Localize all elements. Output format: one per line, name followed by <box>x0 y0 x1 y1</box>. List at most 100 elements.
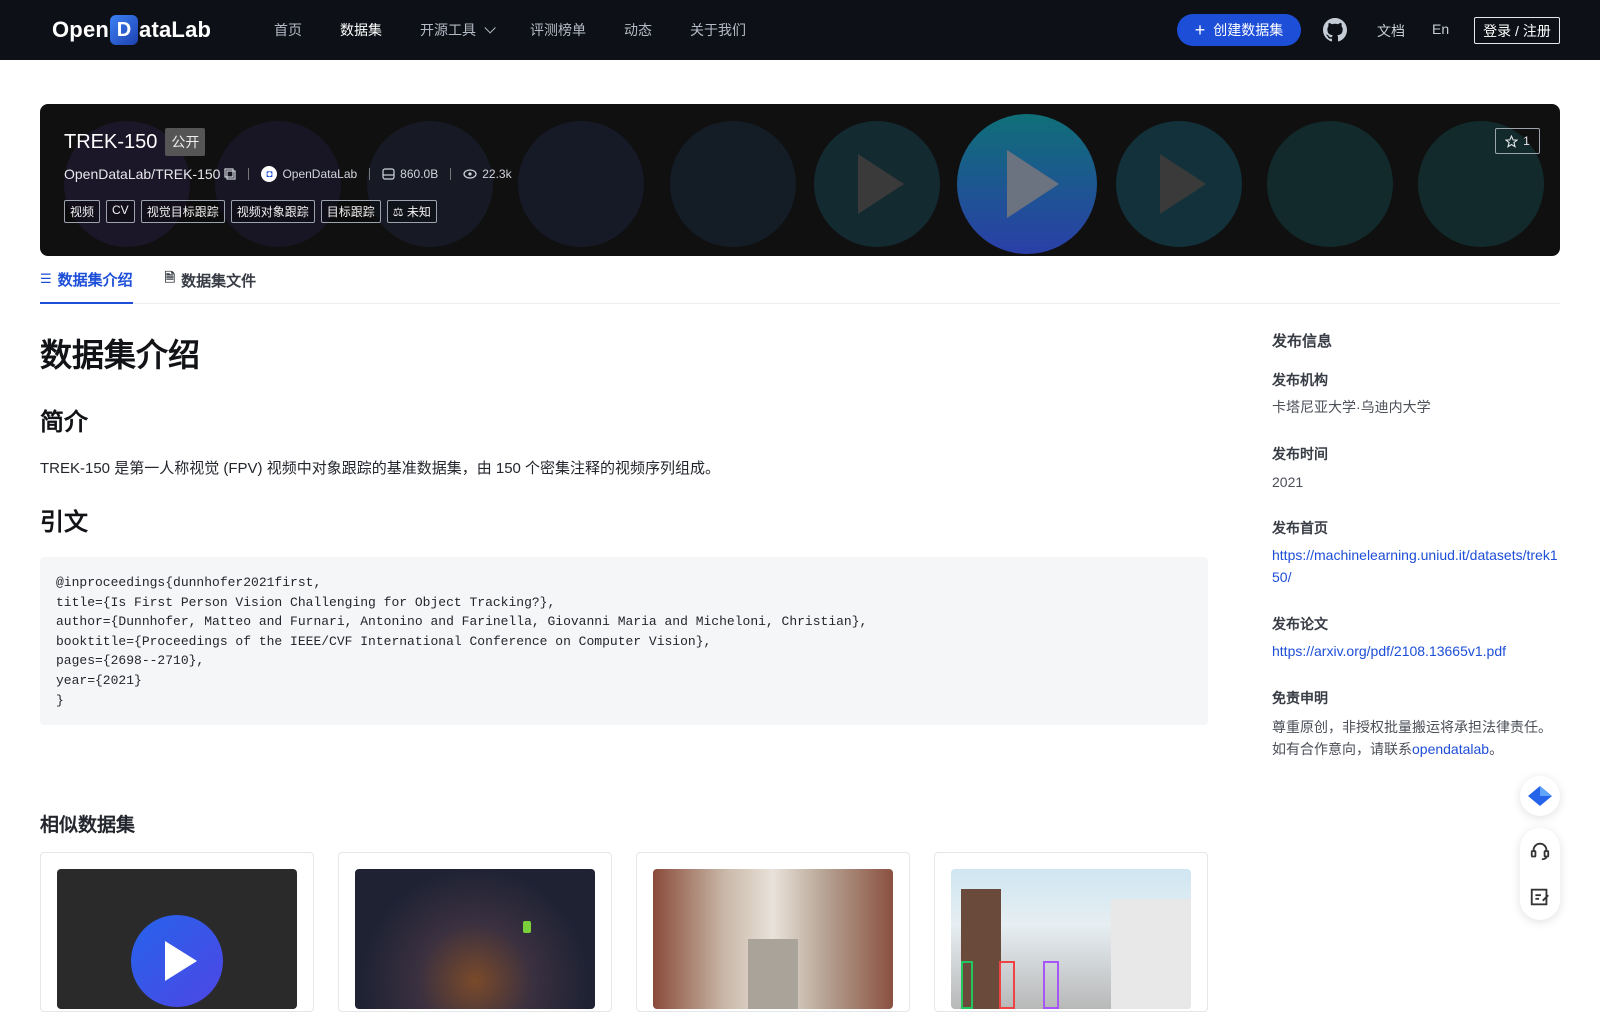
card-thumbnail <box>653 869 893 1009</box>
star-count: 1 <box>1523 134 1530 148</box>
homepage-label: 发布首页 <box>1272 520 1328 536</box>
card-thumbnail <box>57 869 297 1009</box>
eye-icon <box>463 169 477 179</box>
nav-datasets[interactable]: 数据集 <box>340 20 382 40</box>
banner-thumb <box>367 121 493 247</box>
license-label: 未知 <box>406 205 431 219</box>
card-thumbnail <box>951 869 1191 1009</box>
storage-icon <box>382 168 395 180</box>
top-navbar: Open DataLab 首页 数据集 开源工具 评测榜单 动态 关于我们 + 创建… <box>0 0 1600 60</box>
create-dataset-button[interactable]: + 创建数据集 <box>1177 14 1301 46</box>
thumbnail-detail <box>1043 961 1059 1009</box>
citation-code-block[interactable]: @inproceedings{dunnhofer2021first, title… <box>40 557 1208 725</box>
thumbnail-detail <box>523 921 531 933</box>
tab-files-label: 数据集文件 <box>181 272 257 290</box>
language-switch[interactable]: En <box>1432 21 1449 37</box>
banner-thumb <box>1116 121 1242 247</box>
view-count: 22.3k <box>482 167 512 181</box>
org-label: 发布机构 <box>1272 372 1328 388</box>
nav-docs[interactable]: 文档 <box>1377 21 1405 41</box>
disclaimer-line2: 如有合作意向，请联系opendatalab。 <box>1272 738 1560 760</box>
nav-about[interactable]: 关于我们 <box>690 20 746 40</box>
banner-thumb-featured <box>957 114 1097 254</box>
banner-thumb <box>1267 121 1393 247</box>
banner-thumb <box>215 121 341 247</box>
play-icon <box>1160 154 1206 214</box>
org-avatar: ◘ <box>261 166 278 182</box>
publish-info-panel: 发布信息 发布机构 卡塔尼亚大学·乌迪内大学 发布时间 2021 发布首页 ht… <box>1272 330 1560 757</box>
page-title: 数据集介绍 <box>40 337 201 373</box>
intro-text: TREK-150 是第一人称视觉 (FPV) 视频中对象跟踪的基准数据集，由 1… <box>40 460 721 477</box>
login-register-button[interactable]: 登录 / 注册 <box>1474 17 1560 44</box>
nav-leaderboard[interactable]: 评测榜单 <box>530 20 586 40</box>
disclaimer-label: 免责申明 <box>1272 690 1328 706</box>
create-dataset-label: 创建数据集 <box>1213 22 1284 38</box>
disclaimer-suffix: 。 <box>1489 741 1504 757</box>
play-circle <box>131 915 223 1007</box>
tab-intro[interactable]: ☰ 数据集介绍 <box>40 256 133 304</box>
thumbnail-detail <box>1111 899 1191 1009</box>
opendatalab-logo[interactable]: Open DataLab <box>52 14 211 46</box>
copy-icon[interactable] <box>224 168 237 180</box>
chevron-down-icon <box>484 22 496 34</box>
similar-datasets-heading: 相似数据集 <box>40 815 136 836</box>
org-name[interactable]: OpenDataLab <box>282 167 357 181</box>
tag-item[interactable]: 目标跟踪 <box>320 200 381 223</box>
play-icon <box>858 154 904 214</box>
logo-text-left: Open <box>52 17 110 42</box>
floating-support-panel <box>1520 828 1560 920</box>
similar-dataset-card[interactable] <box>636 852 910 1012</box>
tag-list: 视频 CV 视觉目标跟踪 视频对象跟踪 目标跟踪 ⚖ 未知 <box>64 200 443 223</box>
contact-link[interactable]: opendatalab <box>1412 741 1489 757</box>
card-thumbnail <box>355 869 595 1009</box>
edit-icon[interactable] <box>1529 886 1551 908</box>
dataset-title: TREK-150 <box>64 130 158 153</box>
time-label: 发布时间 <box>1272 446 1328 462</box>
thumbnail-detail <box>748 939 798 1009</box>
divider <box>369 168 371 180</box>
similar-dataset-card[interactable] <box>40 852 314 1012</box>
dataset-meta-row: OpenDataLab/TREK-150 ◘ OpenDataLab 860.0… <box>64 166 512 182</box>
star-button[interactable]: 1 <box>1495 128 1540 154</box>
play-icon <box>1007 150 1059 218</box>
disclaimer-prefix: 如有合作意向，请联系 <box>1272 741 1412 757</box>
logo-text-right: ataLab <box>139 17 212 42</box>
database-icon: ☰ <box>40 271 52 286</box>
paper-link[interactable]: https://arxiv.org/pdf/2108.13665v1.pdf <box>1272 640 1560 662</box>
nav-news[interactable]: 动态 <box>624 20 652 40</box>
floating-assistant-button[interactable] <box>1520 776 1560 816</box>
banner-thumb <box>518 121 644 247</box>
tag-item[interactable]: 视觉目标跟踪 <box>140 200 225 223</box>
intro-heading: 简介 <box>40 409 88 436</box>
diamond-icon <box>1528 786 1552 806</box>
tag-item[interactable]: CV <box>106 200 135 223</box>
license-tag[interactable]: ⚖ 未知 <box>386 200 437 223</box>
scale-icon: ⚖ <box>392 205 404 219</box>
tab-files[interactable]: 🗎 数据集文件 <box>165 256 256 304</box>
nav-home[interactable]: 首页 <box>274 20 302 40</box>
file-icon: 🗎 <box>164 270 176 285</box>
thumbnail-detail <box>999 961 1015 1009</box>
divider <box>450 168 452 180</box>
disclaimer-line1: 尊重原创，非授权批量搬运将承担法律责任。 <box>1272 719 1552 735</box>
main-nav: 首页 数据集 开源工具 评测榜单 动态 关于我们 <box>274 0 784 60</box>
plus-icon: + <box>1194 20 1206 40</box>
homepage-link[interactable]: https://machinelearning.uniud.it/dataset… <box>1272 544 1560 588</box>
headset-icon[interactable] <box>1529 840 1551 862</box>
tab-intro-label: 数据集介绍 <box>57 271 133 289</box>
tag-item[interactable]: 视频对象跟踪 <box>230 200 315 223</box>
citation-heading: 引文 <box>40 509 88 536</box>
github-icon[interactable] <box>1323 18 1347 42</box>
org-value: 卡塔尼亚大学·乌迪内大学 <box>1272 399 1431 415</box>
banner-thumb <box>814 121 940 247</box>
similar-dataset-card[interactable] <box>338 852 612 1012</box>
banner-thumb <box>670 121 796 247</box>
dataset-tabs: ☰ 数据集介绍 🗎 数据集文件 <box>40 256 1560 304</box>
visibility-badge: 公开 <box>165 128 206 156</box>
nav-tools-label: 开源工具 <box>420 22 476 38</box>
dataset-banner: TREK-150 公开 OpenDataLab/TREK-150 ◘ OpenD… <box>40 104 1560 256</box>
nav-tools[interactable]: 开源工具 <box>420 20 496 40</box>
tag-item[interactable]: 视频 <box>64 200 101 223</box>
dataset-size: 860.0B <box>400 167 439 181</box>
similar-dataset-card[interactable] <box>934 852 1208 1012</box>
